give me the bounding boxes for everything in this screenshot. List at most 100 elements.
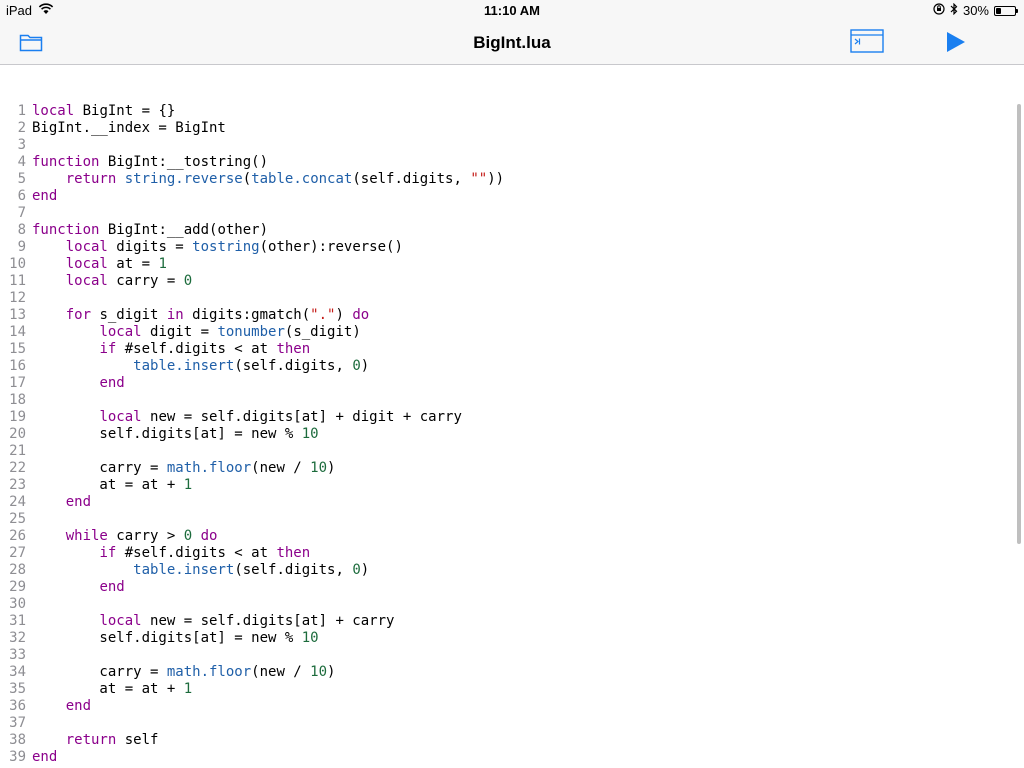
code-line[interactable]: 29 end bbox=[0, 579, 1024, 596]
code-keyword: return bbox=[65, 171, 117, 187]
line-number: 16 bbox=[9, 358, 26, 374]
code-line[interactable]: 18 bbox=[0, 392, 1024, 409]
code-line[interactable]: 8 function BigInt:__add(other) bbox=[0, 222, 1024, 239]
code-plain bbox=[32, 307, 66, 323]
code-line[interactable]: 21 bbox=[0, 443, 1024, 460]
code-line[interactable]: 2 BigInt.__index = BigInt bbox=[0, 120, 1024, 137]
code-plain: at = at + bbox=[32, 477, 184, 493]
code-line[interactable]: 19 local new = self.digits[at] + digit +… bbox=[0, 409, 1024, 426]
line-number: 10 bbox=[9, 256, 26, 272]
play-icon[interactable] bbox=[945, 31, 967, 53]
code-text: local carry = 0 bbox=[26, 273, 192, 290]
code-plain: self.digits[at] = new % bbox=[32, 426, 302, 442]
code-line[interactable]: 37 bbox=[0, 715, 1024, 732]
code-plain bbox=[32, 528, 66, 544]
console-icon[interactable] bbox=[850, 29, 884, 53]
code-line[interactable]: 17 end bbox=[0, 375, 1024, 392]
battery-icon bbox=[994, 5, 1018, 16]
code-line[interactable]: 38 return self bbox=[0, 732, 1024, 749]
code-keyword: function bbox=[32, 222, 100, 238]
line-number: 1 bbox=[17, 103, 26, 119]
code-line[interactable]: 34 carry = math.floor(new / 10) bbox=[0, 664, 1024, 681]
code-line[interactable]: 6 end bbox=[0, 188, 1024, 205]
code-line[interactable]: 26 while carry > 0 do bbox=[0, 528, 1024, 545]
code-line[interactable]: 24 end bbox=[0, 494, 1024, 511]
code-line[interactable]: 1 local BigInt = {} bbox=[0, 103, 1024, 120]
code-text: function BigInt:__tostring() bbox=[26, 154, 268, 171]
code-line[interactable]: 25 bbox=[0, 511, 1024, 528]
code-plain: new = self.digits[at] + digit + carry bbox=[141, 409, 462, 425]
code-line[interactable]: 13 for s_digit in digits:gmatch(".") do bbox=[0, 307, 1024, 324]
line-number: 36 bbox=[9, 698, 26, 714]
line-number: 39 bbox=[9, 749, 26, 765]
code-line[interactable]: 36 end bbox=[0, 698, 1024, 715]
code-keyword: in bbox=[166, 307, 184, 323]
line-number: 24 bbox=[9, 494, 26, 510]
code-line[interactable]: 3 bbox=[0, 137, 1024, 154]
code-plain: (self.digits, bbox=[352, 171, 471, 187]
code-line[interactable]: 10 local at = 1 bbox=[0, 256, 1024, 273]
line-number: 21 bbox=[9, 443, 26, 459]
scrollbar[interactable] bbox=[1017, 104, 1021, 544]
code-line[interactable]: 33 bbox=[0, 647, 1024, 664]
code-plain: digit = bbox=[141, 324, 218, 340]
code-plain: carry = bbox=[32, 664, 167, 680]
code-editor[interactable]: 1 local BigInt = {} 2 BigInt.__index = BigI… bbox=[0, 103, 1024, 768]
code-line[interactable]: 5 return string.reverse(table.concat(sel… bbox=[0, 171, 1024, 188]
code-line[interactable]: 31 local new = self.digits[at] + carry bbox=[0, 613, 1024, 630]
code-function: table.insert bbox=[133, 358, 235, 374]
code-line[interactable]: 4 function BigInt:__tostring() bbox=[0, 154, 1024, 171]
code-line[interactable]: 23 at = at + 1 bbox=[0, 477, 1024, 494]
bluetooth-icon bbox=[950, 2, 958, 18]
code-line[interactable]: 32 self.digits[at] = new % 10 bbox=[0, 630, 1024, 647]
code-line[interactable]: 28 table.insert(self.digits, 0) bbox=[0, 562, 1024, 579]
code-text: self.digits[at] = new % 10 bbox=[26, 630, 319, 647]
code-function: table.insert bbox=[133, 562, 235, 578]
code-line[interactable]: 9 local digits = tostring(other):reverse… bbox=[0, 239, 1024, 256]
code-plain: (other):reverse() bbox=[259, 239, 403, 255]
line-number: 23 bbox=[9, 477, 26, 493]
code-line[interactable]: 39 end bbox=[0, 749, 1024, 766]
code-plain: digits:gmatch( bbox=[183, 307, 311, 323]
code-text: for s_digit in digits:gmatch(".") do bbox=[26, 307, 369, 324]
code-line[interactable]: 35 at = at + 1 bbox=[0, 681, 1024, 698]
code-number: 10 bbox=[301, 630, 319, 646]
line-number: 28 bbox=[9, 562, 26, 578]
code-number: 0 bbox=[183, 528, 193, 544]
line-number: 27 bbox=[9, 545, 26, 561]
code-function: table.concat bbox=[251, 171, 353, 187]
status-time: 11:10 AM bbox=[484, 3, 540, 18]
code-line[interactable]: 15 if #self.digits < at then bbox=[0, 341, 1024, 358]
code-line[interactable]: 7 bbox=[0, 205, 1024, 222]
code-line[interactable]: 22 carry = math.floor(new / 10) bbox=[0, 460, 1024, 477]
navigation-bar: BigInt.lua bbox=[0, 22, 1024, 65]
line-number: 26 bbox=[9, 528, 26, 544]
code-text: self.digits[at] = new % 10 bbox=[26, 426, 318, 443]
code-number: 1 bbox=[183, 681, 193, 697]
code-number: 10 bbox=[310, 460, 328, 476]
status-bar: iPad 11:10 AM 30% bbox=[0, 0, 1024, 22]
code-line[interactable]: 12 bbox=[0, 290, 1024, 307]
line-number: 35 bbox=[9, 681, 26, 697]
code-line[interactable]: 16 table.insert(self.digits, 0) bbox=[0, 358, 1024, 375]
code-line[interactable]: 11 local carry = 0 bbox=[0, 273, 1024, 290]
code-keyword: end bbox=[99, 579, 125, 595]
code-line[interactable]: 14 local digit = tonumber(s_digit) bbox=[0, 324, 1024, 341]
code-line[interactable]: 27 if #self.digits < at then bbox=[0, 545, 1024, 562]
code-plain bbox=[32, 613, 99, 629]
code-line[interactable]: 30 bbox=[0, 596, 1024, 613]
code-string: "." bbox=[310, 307, 336, 323]
code-line[interactable]: 20 self.digits[at] = new % 10 bbox=[0, 426, 1024, 443]
line-number: 12 bbox=[9, 290, 26, 306]
code-plain: ) bbox=[327, 664, 336, 680]
code-plain bbox=[32, 273, 66, 289]
code-text: at = at + 1 bbox=[26, 477, 192, 494]
code-plain bbox=[32, 732, 66, 748]
code-plain bbox=[32, 494, 66, 510]
code-keyword: return bbox=[65, 732, 117, 748]
